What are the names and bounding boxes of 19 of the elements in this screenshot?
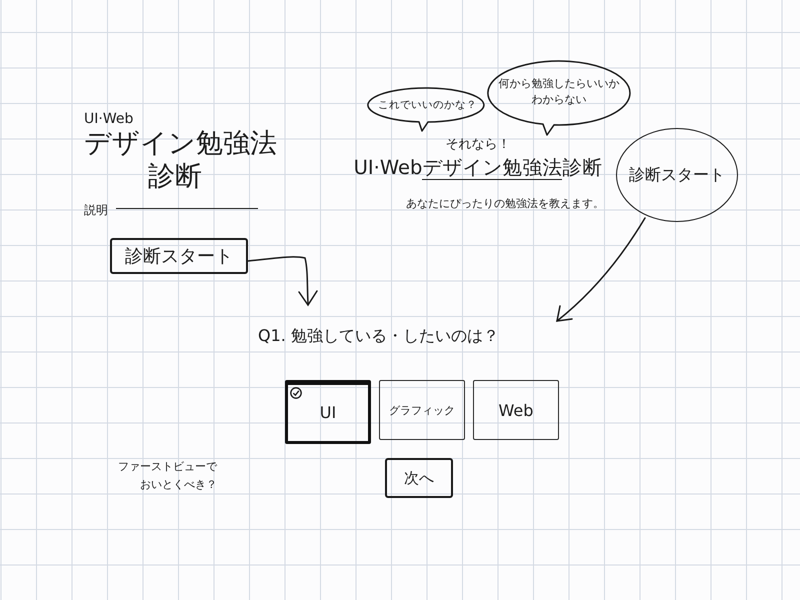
option-card[interactable]: グラフィック: [379, 380, 465, 440]
hero-title: UI·Webデザイン勉強法診断: [354, 155, 602, 182]
start-button[interactable]: 診断スタート: [110, 238, 248, 274]
eyebrow-text: UI·Web: [84, 110, 134, 128]
bubble-text: 何から勉強したらいいかわからない: [498, 76, 620, 108]
label-text: 説明: [84, 202, 108, 218]
option-card[interactable]: Web: [473, 380, 559, 440]
connector-arrow: [247, 256, 318, 306]
note-text: ファーストビューでおいとくべき？: [117, 459, 217, 493]
bubble-text: これでいいのかな？: [378, 98, 477, 112]
question-text: Q1. 勉強している・したいのは？: [258, 325, 499, 347]
check-circle-icon: [290, 387, 302, 399]
title-text: デザイン勉強法: [84, 128, 277, 160]
start-button[interactable]: 診断スタート: [616, 128, 738, 222]
description-text: あなたにぴったりの勉強法を教えます。: [406, 196, 604, 212]
subtitle-text: 診断: [148, 160, 202, 194]
next-button[interactable]: 次へ: [385, 458, 453, 498]
lead-text: それなら！: [446, 136, 510, 154]
option-card[interactable]: UI: [285, 380, 371, 444]
